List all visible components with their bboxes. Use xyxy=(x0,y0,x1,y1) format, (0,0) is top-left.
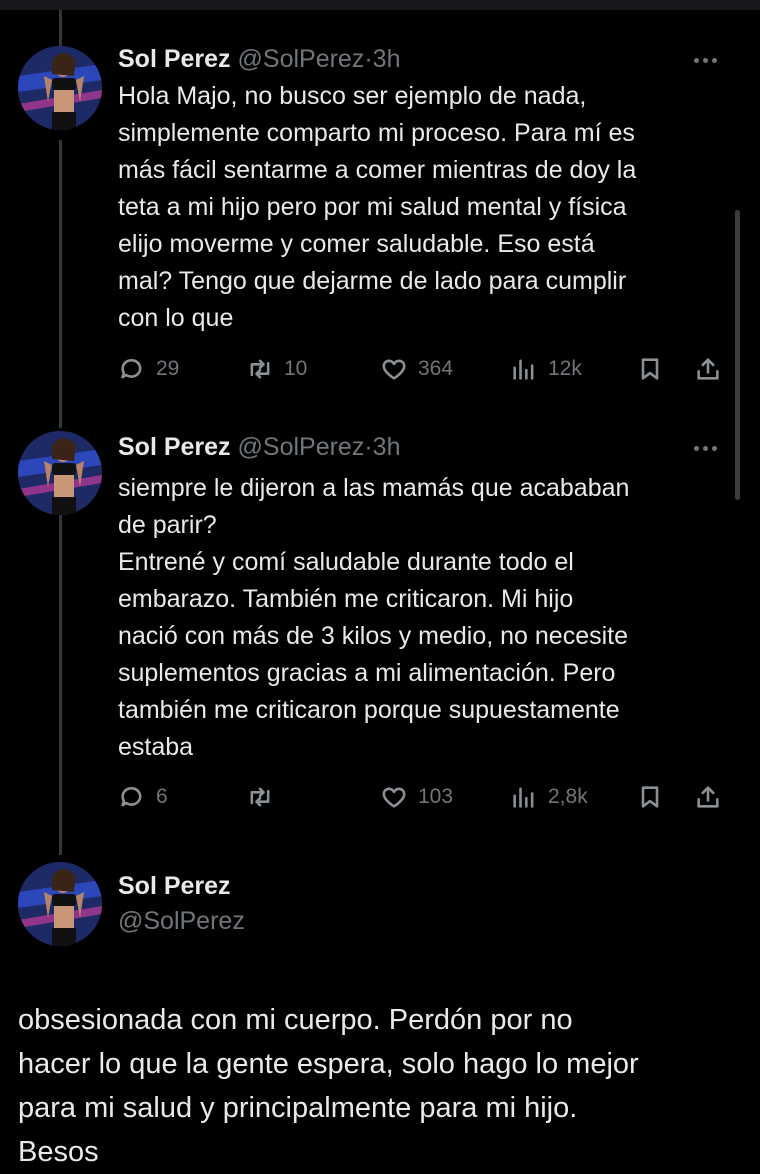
views-icon xyxy=(513,787,534,808)
tweet-text-line: Hola Majo, no busco ser ejemplo de nada, xyxy=(118,82,587,110)
views-button[interactable]: 2,8k xyxy=(510,779,588,815)
tweet-actions: 6 103 2,8k xyxy=(118,779,728,815)
retweet-icon xyxy=(250,359,270,379)
tweet-text-line: teta a mi hijo pero por mi salud mental … xyxy=(118,193,627,221)
reply-icon xyxy=(121,786,142,807)
user-handle[interactable]: @SolPerez xyxy=(238,433,365,461)
bookmark-button[interactable] xyxy=(636,779,664,815)
share-icon xyxy=(697,786,719,808)
scrollbar[interactable] xyxy=(735,210,740,500)
tweet-text-line: mal? Tengo que dejarme de lado para cump… xyxy=(118,267,627,295)
user-handle[interactable]: @SolPerez xyxy=(118,907,245,936)
tweet-text: siempre le dijeron a las mamás que acaba… xyxy=(118,470,728,766)
more-icon[interactable] xyxy=(694,438,728,458)
bookmark-button[interactable] xyxy=(636,351,664,387)
tweet-text-line: Besos xyxy=(18,1136,99,1168)
tweet-text-line: embarazo. También me criticaron. Mi hijo xyxy=(118,585,574,613)
tweet-text-line: Entrené y comí saludable durante todo el xyxy=(118,548,574,576)
tweet-actions: 29 10 364 12k xyxy=(118,351,728,387)
display-name[interactable]: Sol Perez xyxy=(118,433,231,461)
tweet-text-line: nació con más de 3 kilos y medio, no nec… xyxy=(118,622,628,650)
tweet-text-line: obsesionada con mi cuerpo. Perdón por no xyxy=(18,1004,573,1036)
thread-line xyxy=(59,140,62,428)
reply-count: 29 xyxy=(156,357,180,380)
reply-button[interactable]: 6 xyxy=(118,779,168,815)
timestamp[interactable]: ·3h xyxy=(364,45,400,73)
tweet-text-line: elijo moverme y comer saludable. Eso est… xyxy=(118,230,595,258)
tweet-text-line: suplementos gracias a mi alimentación. P… xyxy=(118,659,616,687)
thread-line xyxy=(59,10,62,46)
tweet-text-line: siempre le dijeron a las mamás que acaba… xyxy=(118,474,630,502)
thread-line xyxy=(59,515,62,855)
heart-icon xyxy=(382,787,406,808)
tweet-text: obsesionada con mi cuerpo. Perdón por no… xyxy=(18,998,738,1174)
display-name[interactable]: Sol Perez xyxy=(118,872,231,901)
heart-icon xyxy=(382,359,406,380)
retweet-button[interactable]: 10 xyxy=(246,351,307,387)
reply-count: 6 xyxy=(156,785,168,808)
like-button[interactable]: 364 xyxy=(380,351,453,387)
reply-icon xyxy=(121,358,142,379)
retweet-button[interactable] xyxy=(246,779,284,815)
bookmark-icon xyxy=(641,786,659,808)
more-icon[interactable] xyxy=(694,50,728,70)
avatar[interactable] xyxy=(18,862,102,946)
tweet-text-line: estaba xyxy=(118,733,194,761)
retweet-icon xyxy=(250,787,270,807)
tweet-text-line: de parir? xyxy=(118,511,217,539)
tweet-text-line: también me criticaron porque supuestamen… xyxy=(118,696,620,724)
tweet-text: Hola Majo, no busco ser ejemplo de nada,… xyxy=(118,78,728,337)
avatar[interactable] xyxy=(18,46,102,130)
views-icon xyxy=(513,359,534,380)
views-count: 2,8k xyxy=(548,785,588,808)
share-button[interactable] xyxy=(694,351,722,387)
retweet-count: 10 xyxy=(284,357,308,380)
tweet-text-line: más fácil sentarme a comer mientras de d… xyxy=(118,156,637,184)
top-bar xyxy=(0,0,760,10)
share-button[interactable] xyxy=(694,779,722,815)
bookmark-icon xyxy=(641,358,659,380)
timestamp[interactable]: ·3h xyxy=(364,433,400,461)
views-button[interactable]: 12k xyxy=(510,351,582,387)
avatar[interactable] xyxy=(18,431,102,515)
user-handle[interactable]: @SolPerez xyxy=(238,45,365,73)
tweet-header: Sol Perez @SolPerez·3h xyxy=(118,42,400,76)
like-button[interactable]: 103 xyxy=(380,779,453,815)
tweet-text-line: hacer lo que la gente espera, solo hago … xyxy=(18,1048,639,1080)
tweet-text-line: con lo que xyxy=(118,304,234,332)
tweet-text-line: simplemente comparto mi proceso. Para mí… xyxy=(118,119,635,147)
reply-button[interactable]: 29 xyxy=(118,351,179,387)
tweet-header: Sol Perez @SolPerez·3h xyxy=(118,430,400,464)
like-count: 364 xyxy=(418,357,454,380)
tweet-text-line: para mi salud y principalmente para mi h… xyxy=(18,1092,578,1124)
display-name[interactable]: Sol Perez xyxy=(118,45,231,73)
views-count: 12k xyxy=(548,357,582,380)
share-icon xyxy=(697,358,719,380)
like-count: 103 xyxy=(418,785,454,808)
